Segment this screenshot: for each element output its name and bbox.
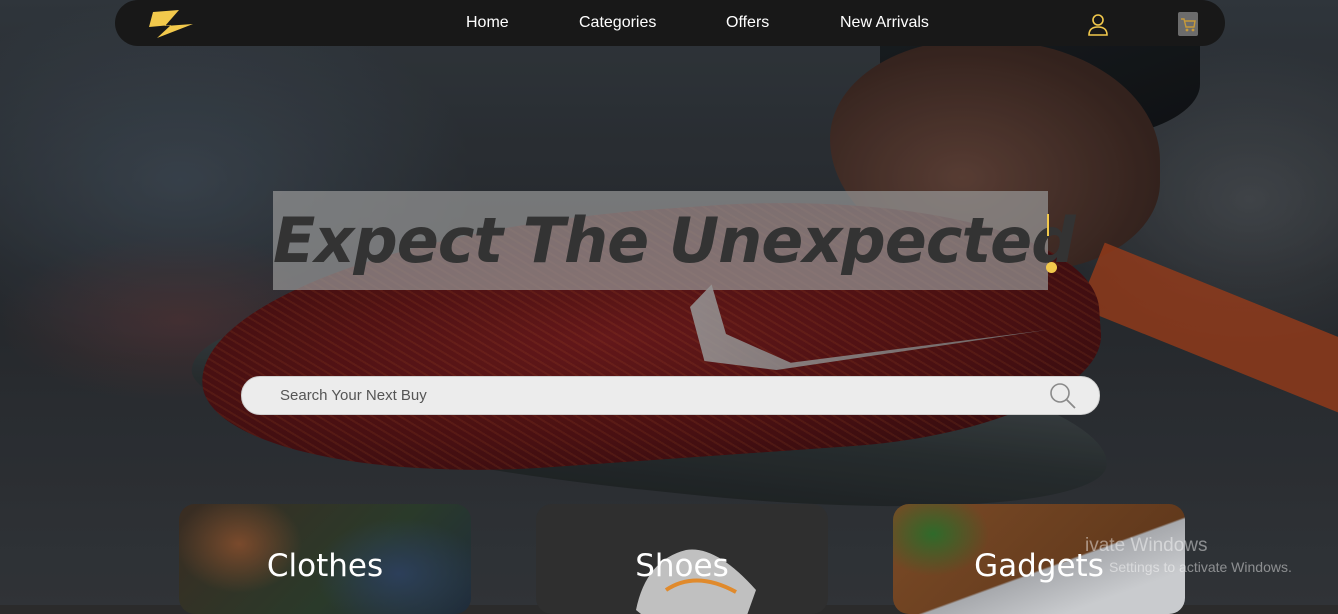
- user-icon[interactable]: [1088, 14, 1108, 36]
- text-caret: [1047, 214, 1049, 236]
- nav-offers-link[interactable]: Offers: [726, 14, 769, 32]
- logo-icon[interactable]: [145, 8, 197, 40]
- nav-home-link[interactable]: Home: [466, 14, 509, 32]
- windows-activation-title: ivate Windows: [1085, 535, 1208, 556]
- windows-activation-subtitle: Settings to activate Windows.: [1109, 559, 1292, 575]
- cart-icon[interactable]: [1178, 12, 1198, 36]
- search-icon[interactable]: [1048, 381, 1078, 411]
- search-bar: [241, 376, 1100, 415]
- nav-new-arrivals-link[interactable]: New Arrivals: [840, 14, 929, 32]
- search-input[interactable]: [280, 377, 1040, 414]
- headline-period-dot: [1046, 262, 1057, 273]
- category-label: Shoes: [635, 548, 729, 584]
- category-label: Clothes: [266, 548, 384, 584]
- category-card-shoes[interactable]: Shoes: [536, 504, 828, 614]
- top-navbar: Home Categories Offers New Arrivals: [115, 0, 1225, 46]
- hero-headline: Expect The Unexpected: [273, 204, 1076, 277]
- nav-categories-link[interactable]: Categories: [579, 14, 656, 32]
- category-card-clothes[interactable]: Clothes: [179, 504, 471, 614]
